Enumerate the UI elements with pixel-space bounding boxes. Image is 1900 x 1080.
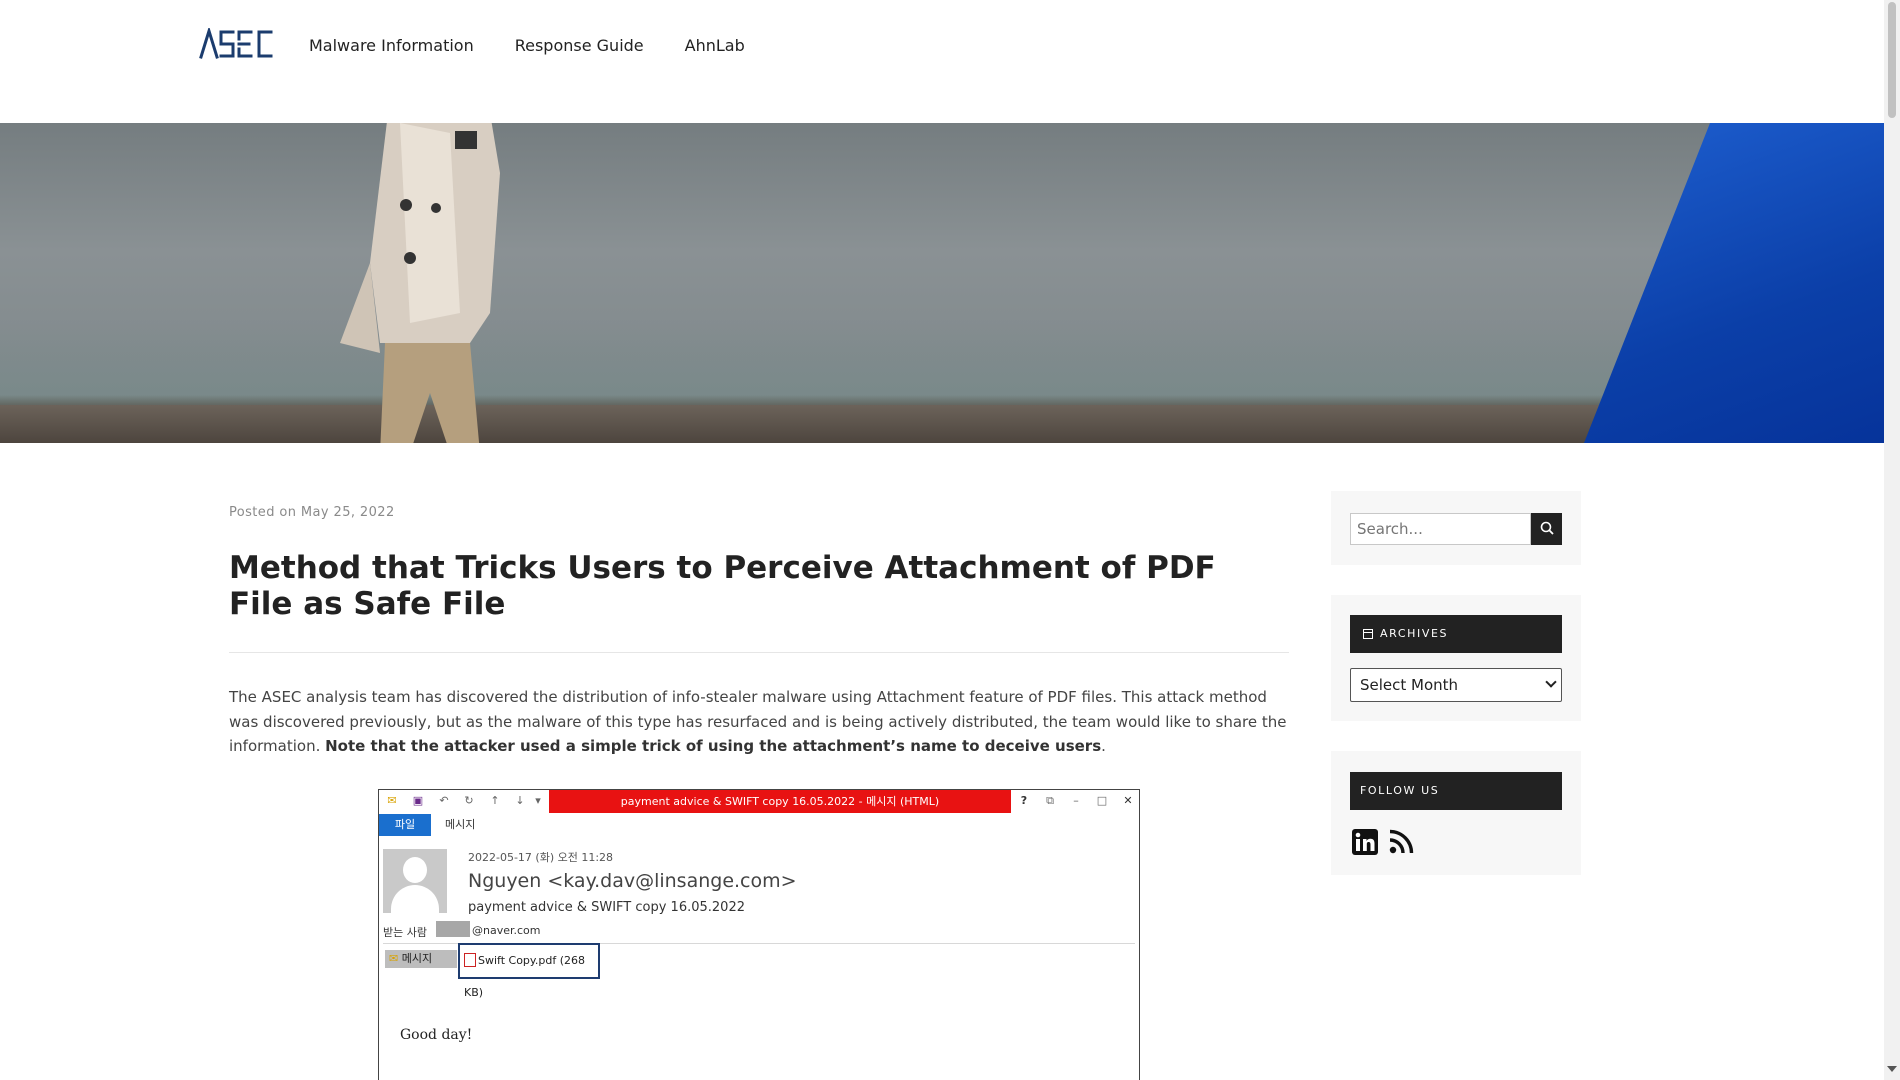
- site-header: Malware Information Response Guide AhnLa…: [0, 0, 1884, 123]
- maximize-icon: □: [1096, 794, 1108, 807]
- email-to-label: 받는 사람: [383, 926, 427, 939]
- post-title: Method that Tricks Users to Perceive Att…: [229, 550, 1216, 622]
- search-input[interactable]: [1350, 513, 1531, 545]
- scroll-down-arrow-icon[interactable]: [1887, 1066, 1897, 1072]
- scrollbar-thumb[interactable]: [1888, 2, 1896, 118]
- pdf-icon: [464, 953, 476, 967]
- chevron-down-icon: [1545, 676, 1557, 688]
- dropdown-icon: ▾: [535, 794, 541, 807]
- email-date: 2022-05-17 (화) 오전 11:28: [468, 851, 614, 864]
- hero-wall-shade: [0, 323, 1884, 405]
- posted-on-label: Posted on: [229, 505, 297, 520]
- email-screenshot-figure: ✉ ▣ ↶ ↻ ↑ ↓ ▾ payment advice & SWIFT cop…: [378, 789, 1140, 1080]
- hero-image: [0, 123, 1884, 443]
- nav-malware-information[interactable]: Malware Information: [309, 36, 474, 56]
- minimize-icon: –: [1073, 794, 1079, 807]
- search-icon: [1540, 521, 1554, 535]
- post-meta: Posted on May 25, 2022: [229, 505, 395, 520]
- email-titlebar: ✉ ▣ ↶ ↻ ↑ ↓ ▾ payment advice & SWIFT cop…: [379, 790, 1139, 813]
- redo-icon: ↻: [464, 794, 474, 807]
- post-intro-paragraph: The ASEC analysis team has discovered th…: [229, 685, 1289, 759]
- close-icon: ✕: [1123, 794, 1133, 807]
- archives-select-value: Select Month: [1360, 676, 1459, 694]
- sender-avatar: [383, 849, 447, 913]
- avatar-head: [403, 857, 427, 883]
- email-message-tab-label: 메시지: [401, 952, 433, 965]
- save-icon: ▣: [412, 794, 424, 807]
- help-icon: ?: [1020, 794, 1028, 807]
- email-tab-file: 파일: [379, 814, 431, 836]
- undo-icon: ↶: [439, 794, 449, 807]
- search-widget: [1331, 491, 1581, 565]
- post-date[interactable]: May 25, 2022: [301, 505, 395, 520]
- calendar-icon: [1363, 629, 1373, 639]
- follow-title: FOLLOW US: [1350, 772, 1562, 810]
- email-to-redaction: [436, 921, 470, 937]
- archives-title: ARCHIVES: [1350, 615, 1562, 653]
- title-divider: [229, 652, 1289, 653]
- email-sender: Nguyen <kay.dav@linsange.com>: [468, 870, 797, 892]
- email-attachment: Swift Copy.pdf (268 KB): [458, 943, 600, 999]
- email-to-address: @naver.com: [472, 924, 541, 937]
- archives-widget: ARCHIVES Select Month: [1331, 595, 1581, 721]
- nav-response-guide[interactable]: Response Guide: [515, 36, 644, 56]
- follow-widget: FOLLOW US: [1331, 751, 1581, 875]
- asec-logo[interactable]: [199, 28, 273, 60]
- main-nav: Malware Information Response Guide AhnLa…: [309, 36, 786, 56]
- search-button[interactable]: [1531, 513, 1562, 545]
- avatar-body: [391, 885, 439, 913]
- post-bold-note: Note that the attacker used a simple tri…: [325, 737, 1102, 755]
- mail-icon: ✉: [387, 794, 397, 807]
- page-scrollbar[interactable]: [1884, 0, 1900, 1080]
- arrow-down-icon: ↓: [515, 794, 525, 807]
- hero-person-figure: [340, 123, 500, 443]
- arrow-up-icon: ↑: [490, 794, 500, 807]
- email-tab-message: 메시지: [445, 818, 476, 831]
- email-message-tab: ✉ 메시지: [385, 950, 457, 968]
- email-subject: payment advice & SWIFT copy 16.05.2022: [468, 900, 745, 915]
- nav-ahnlab[interactable]: AhnLab: [685, 36, 745, 56]
- rss-icon[interactable]: [1387, 828, 1415, 856]
- envelope-icon: ✉: [389, 952, 399, 965]
- archives-title-label: ARCHIVES: [1380, 627, 1449, 640]
- hero-blue-panel: [1584, 123, 1884, 443]
- archives-month-select[interactable]: Select Month: [1350, 668, 1562, 702]
- restore-ribbon-icon: ⧉: [1046, 794, 1054, 807]
- post-period: .: [1101, 737, 1106, 755]
- linkedin-icon[interactable]: [1351, 828, 1379, 856]
- email-window-title: payment advice & SWIFT copy 16.05.2022 -…: [549, 790, 1011, 813]
- email-greeting: Good day!: [400, 1027, 473, 1043]
- email-attachment-label: Swift Copy.pdf (268 KB): [464, 954, 585, 999]
